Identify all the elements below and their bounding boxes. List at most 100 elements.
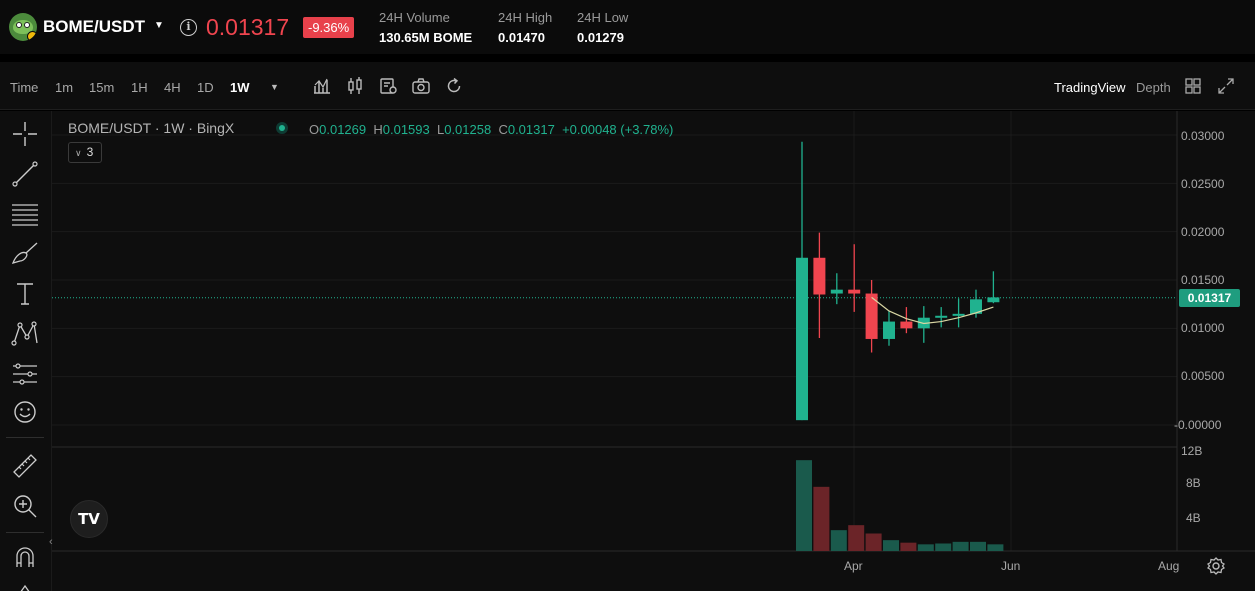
stat-value: 0.01470 xyxy=(498,30,545,45)
stat-label: 24H Low xyxy=(577,10,629,25)
x-tick-label: Aug xyxy=(1158,559,1180,573)
chart-toolbar: Time 1m 15m 1H 4H 1D 1W ▼ TradingView De… xyxy=(0,62,1255,110)
layout-grid-icon[interactable] xyxy=(1184,77,1202,95)
volume-bar xyxy=(830,530,847,551)
chart-area[interactable]: BOME/USDT · 1W · BingX O0.01269 H0.01593… xyxy=(49,111,1255,591)
volume-bar xyxy=(952,541,969,551)
toolbar-divider xyxy=(6,532,44,533)
volume-bar xyxy=(935,543,952,551)
bome-coin-icon xyxy=(9,13,37,41)
indicators-collapse-button[interactable]: ∨ 3 xyxy=(68,142,102,163)
volume-tick-label: 12B xyxy=(1181,444,1203,458)
candle-body xyxy=(900,321,913,329)
ticker-bar: BOME/USDT ▼ i 0.01317 -9.36% 24H Volume … xyxy=(0,0,1255,58)
open-value: 0.01269 xyxy=(319,122,367,137)
current-price-tag: 0.01317 xyxy=(1179,289,1240,307)
tab-1h[interactable]: 1H xyxy=(131,80,148,95)
high-value: 0.01593 xyxy=(382,122,430,137)
gear-icon[interactable] xyxy=(1206,556,1226,576)
zoom-in-icon[interactable] xyxy=(10,491,40,521)
trend-line-icon[interactable] xyxy=(10,159,40,189)
candle-body xyxy=(935,315,948,318)
candle-body xyxy=(830,289,843,294)
y-tick-label: -0.00000 xyxy=(1174,418,1222,432)
toolbar-divider xyxy=(6,437,44,438)
magnet-icon[interactable] xyxy=(10,543,40,573)
tab-1w[interactable]: 1W xyxy=(230,80,250,95)
crosshair-icon[interactable] xyxy=(10,119,40,149)
stat-value: 130.65M BOME xyxy=(379,30,473,45)
candlestick-chart[interactable] xyxy=(52,111,1255,591)
stat-high: 24H High 0.01470 xyxy=(498,10,552,45)
tab-depth[interactable]: Depth xyxy=(1136,80,1171,95)
stat-low: 24H Low 0.01279 xyxy=(577,10,628,45)
tab-4h[interactable]: 4H xyxy=(164,80,181,95)
fullscreen-icon[interactable] xyxy=(1217,77,1235,95)
pattern-icon[interactable] xyxy=(10,319,40,349)
chart-legend-title: BOME/USDT · 1W · BingX xyxy=(68,120,235,136)
lock-icon[interactable] xyxy=(10,581,40,591)
y-tick-label: 0.01000 xyxy=(1181,321,1225,335)
candle-body xyxy=(952,313,965,316)
volume-bar xyxy=(813,486,830,551)
stat-label: 24H High xyxy=(498,10,553,25)
refresh-icon[interactable] xyxy=(444,76,464,96)
chevron-down-icon[interactable]: ▼ xyxy=(154,20,164,31)
volume-bar xyxy=(883,540,899,551)
chevron-left-icon[interactable]: ‹ xyxy=(49,536,53,548)
tab-1m[interactable]: 1m xyxy=(55,80,73,95)
close-label: C xyxy=(498,122,508,137)
stat-volume: 24H Volume 130.65M BOME xyxy=(379,10,472,45)
indicators-icon[interactable] xyxy=(312,76,332,96)
chevron-down-icon[interactable]: ▼ xyxy=(270,82,279,92)
ruler-icon[interactable] xyxy=(10,451,40,481)
time-label[interactable]: Time xyxy=(10,80,38,95)
close-value: 0.01317 xyxy=(507,122,555,137)
low-value: 0.01258 xyxy=(444,122,492,137)
x-tick-label: Jun xyxy=(1001,559,1021,573)
stat-label: 24H Volume xyxy=(379,10,450,25)
y-tick-label: 0.00500 xyxy=(1181,369,1225,383)
open-label: O xyxy=(309,122,320,137)
high-label: H xyxy=(373,122,383,137)
chevron-down-icon: ∨ xyxy=(75,148,82,158)
volume-bar xyxy=(987,544,1004,551)
volume-bar xyxy=(917,544,934,551)
market-status-dot xyxy=(276,122,288,134)
change-value: +0.00048 (+3.78%) xyxy=(562,122,674,137)
volume-bar xyxy=(848,525,865,551)
volume-bar xyxy=(970,541,986,551)
y-tick-label: 0.03000 xyxy=(1181,129,1225,143)
y-tick-label: 0.01500 xyxy=(1181,273,1225,287)
camera-icon[interactable] xyxy=(411,76,431,96)
candle-type-icon[interactable] xyxy=(345,76,365,96)
x-tick-label: Apr xyxy=(844,559,863,573)
pair-selector[interactable]: BOME/USDT xyxy=(43,17,145,37)
emoji-icon[interactable] xyxy=(10,397,40,427)
fib-lines-icon[interactable] xyxy=(10,199,40,229)
settings-icon[interactable] xyxy=(378,76,398,96)
measure-lines-icon[interactable] xyxy=(10,359,40,389)
tradingview-logo[interactable]: TV xyxy=(70,500,108,538)
brush-icon[interactable] xyxy=(10,239,40,269)
volume-bar xyxy=(796,460,812,551)
volume-tick-label: 8B xyxy=(1186,476,1201,490)
candle-body xyxy=(796,257,808,421)
tab-tradingview[interactable]: TradingView xyxy=(1054,80,1126,95)
candle-body xyxy=(883,321,895,339)
candle-body xyxy=(848,289,861,294)
candle-body xyxy=(813,257,826,295)
tab-1d[interactable]: 1D xyxy=(197,80,214,95)
info-icon[interactable]: i xyxy=(180,19,197,36)
change-badge: -9.36% xyxy=(303,17,355,38)
y-tick-label: 0.02500 xyxy=(1181,177,1225,191)
volume-bar xyxy=(865,533,882,551)
indicators-count: 3 xyxy=(86,145,94,159)
drawing-toolbar xyxy=(0,111,52,591)
tab-15m[interactable]: 15m xyxy=(89,80,114,95)
y-tick-label: 0.02000 xyxy=(1181,225,1225,239)
volume-tick-label: 4B xyxy=(1186,511,1201,525)
text-icon[interactable] xyxy=(10,279,40,309)
stat-value: 0.01279 xyxy=(577,30,624,45)
candle-body xyxy=(987,297,1000,303)
